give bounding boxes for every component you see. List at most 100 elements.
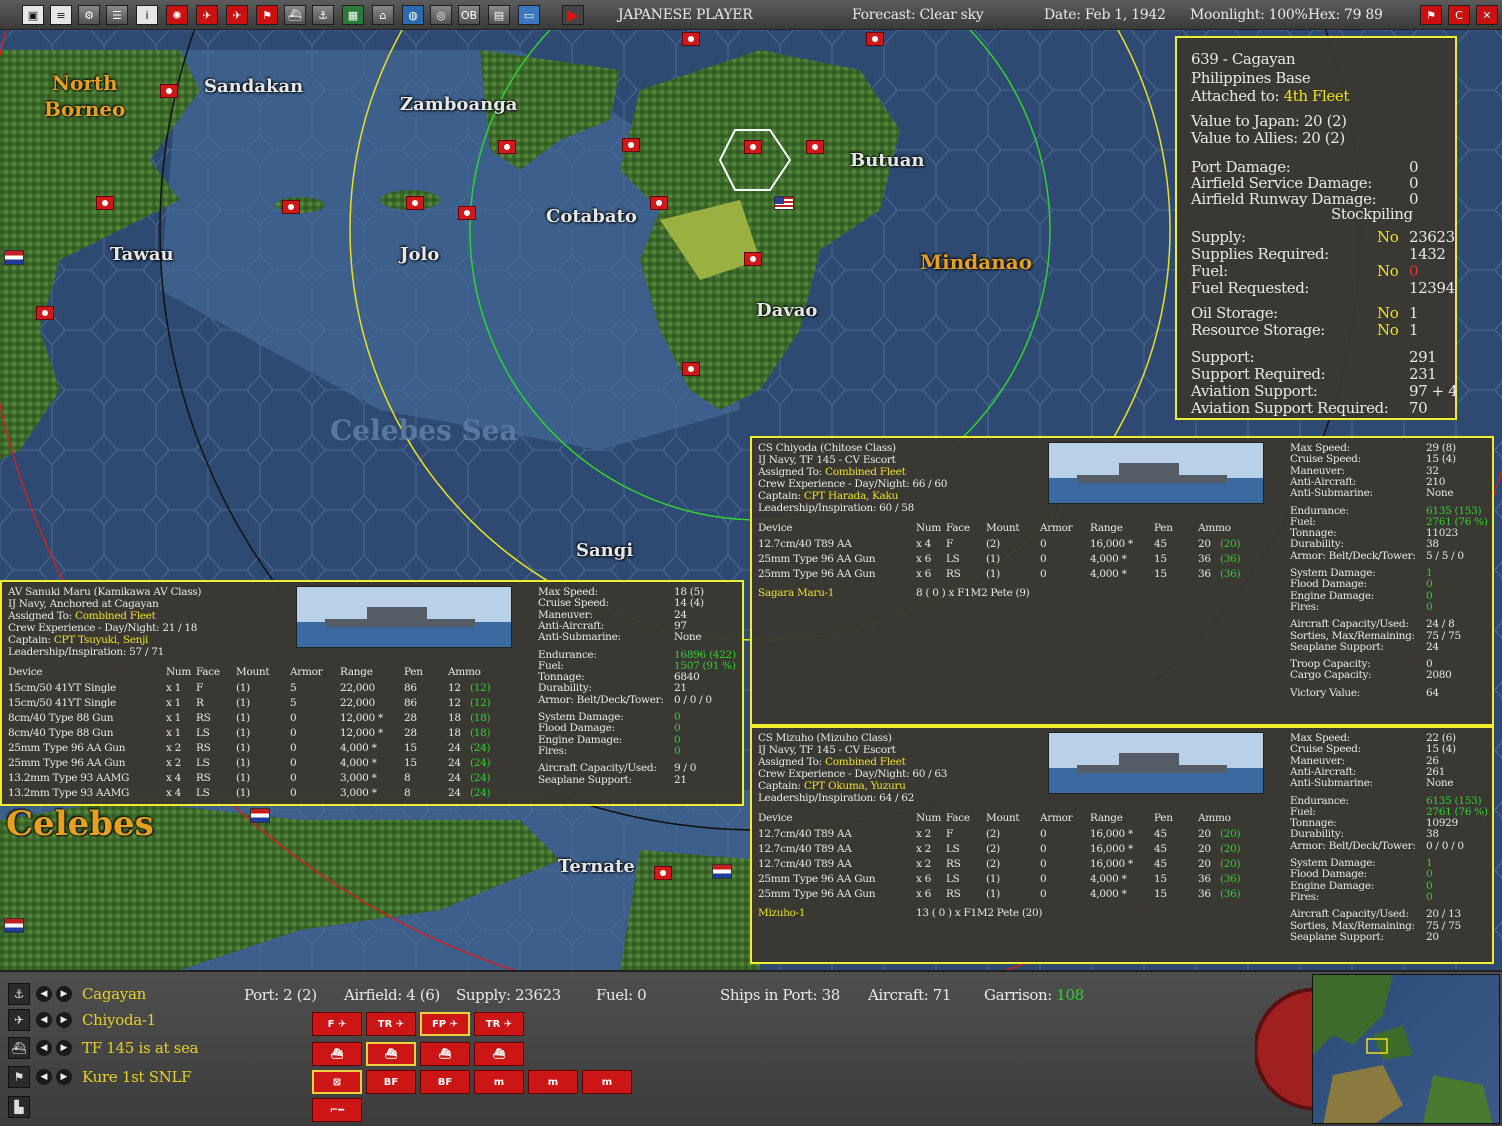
unit-2-button[interactable]: m <box>528 1070 578 1094</box>
screen-icon[interactable]: ▭ <box>518 5 540 25</box>
us-base-icon[interactable] <box>774 196 794 210</box>
air-group-link[interactable]: Sagara Maru-1 <box>758 587 834 599</box>
cargo-ship-button[interactable]: ⛴ <box>366 1042 416 1066</box>
jp-base-icon[interactable] <box>498 140 516 154</box>
assigned-fleet-link[interactable]: Combined Fleet <box>825 756 906 768</box>
captain-link[interactable]: CPT Okuma, Yuzuru <box>804 780 906 792</box>
envelope-icon[interactable]: ⊠ <box>312 1070 362 1094</box>
nl-base-icon[interactable] <box>4 250 24 265</box>
anchor-icon[interactable]: ⚓ <box>8 983 30 1005</box>
ob-button[interactable]: OB <box>458 5 480 25</box>
place-tawau[interactable]: Tawau <box>110 244 174 265</box>
jp-base-icon[interactable] <box>96 196 114 210</box>
info-icon[interactable]: i <box>136 5 158 25</box>
assigned-fleet-link[interactable]: Combined Fleet <box>825 466 906 478</box>
place-jolo[interactable]: Jolo <box>400 244 439 265</box>
flag-icon[interactable]: ⚑ <box>8 1066 30 1088</box>
jp-base-icon[interactable] <box>744 252 762 266</box>
hex-map[interactable]: North Borneo Sandakan Zamboanga Butuan C… <box>0 30 1502 970</box>
jp-base-icon[interactable] <box>682 362 700 376</box>
jp-base-icon[interactable] <box>682 32 700 46</box>
supply-stockpile-toggle[interactable]: No <box>1377 228 1399 246</box>
target-icon[interactable]: ◎ <box>430 5 452 25</box>
resource-stockpile-toggle[interactable]: No <box>1377 321 1399 339</box>
captain-link[interactable]: CPT Harada, Kaku <box>804 490 899 502</box>
transport-2-button[interactable]: TR ✈ <box>474 1012 524 1036</box>
place-cotabato[interactable]: Cotabato <box>546 206 637 227</box>
port-icon[interactable]: ⌂ <box>372 5 394 25</box>
transport-button[interactable]: TR ✈ <box>366 1012 416 1036</box>
place-ternate[interactable]: Ternate <box>558 856 635 877</box>
ship-icon[interactable]: ⛴ <box>8 1037 30 1059</box>
sub-button[interactable]: ⛴ <box>474 1042 524 1066</box>
jp-base-icon[interactable] <box>406 196 424 210</box>
globe-icon[interactable]: ◍ <box>402 5 424 25</box>
unit-3-button[interactable]: m <box>582 1070 632 1094</box>
place-sandakan[interactable]: Sandakan <box>204 76 303 97</box>
save-icon[interactable]: ▣ <box>22 5 44 25</box>
jp-base-icon[interactable] <box>622 138 640 152</box>
jp-base-icon[interactable] <box>654 866 672 880</box>
jp-base-icon[interactable] <box>458 206 476 220</box>
jp-base-icon[interactable] <box>650 196 668 210</box>
nl-base-icon[interactable] <box>250 808 270 823</box>
flag-icon[interactable]: ⚑ <box>256 5 278 25</box>
prev-arrow-icon[interactable]: ◀ <box>36 1012 52 1028</box>
selected-unit-name[interactable]: Kure 1st SNLF <box>82 1068 192 1086</box>
place-davao[interactable]: Davao <box>756 300 817 321</box>
assigned-fleet-link[interactable]: Combined Fleet <box>75 610 156 622</box>
jp-base-icon[interactable] <box>282 200 300 214</box>
factory-icon[interactable]: ▙ <box>8 1096 30 1118</box>
jp-base-icon[interactable] <box>744 140 762 154</box>
warship-button[interactable]: ⛴ <box>312 1042 362 1066</box>
aircraft-alt-icon[interactable]: ✈ <box>226 5 248 25</box>
jp-base-icon[interactable] <box>806 140 824 154</box>
grid-icon[interactable]: ▤ <box>488 5 510 25</box>
place-sangi[interactable]: Sangi <box>576 540 633 561</box>
ship-icon[interactable]: ⛴ <box>284 5 306 25</box>
selected-airgroup-name[interactable]: Chiyoda-1 <box>82 1011 156 1029</box>
c-icon[interactable]: C <box>1448 5 1470 25</box>
rising-sun-icon[interactable]: ✺ <box>166 5 188 25</box>
prev-arrow-icon[interactable]: ◀ <box>36 1040 52 1056</box>
compass-wheel[interactable] <box>1255 974 1315 1124</box>
next-arrow-icon[interactable]: ▶ <box>56 1012 72 1028</box>
airplane-icon[interactable]: ✈ <box>8 1009 30 1031</box>
fuel-stockpile-toggle[interactable]: No <box>1377 262 1399 280</box>
gun-icon[interactable]: ⌐━ <box>312 1098 362 1122</box>
bf-button[interactable]: BF <box>366 1070 416 1094</box>
map-icon[interactable]: ▦ <box>342 5 364 25</box>
flag-red-icon[interactable]: ⚑ <box>1420 5 1442 25</box>
list-icon[interactable]: ☰ <box>106 5 128 25</box>
sub-icon[interactable]: ⚓ <box>312 5 334 25</box>
tanker-button[interactable]: ⛴ <box>420 1042 470 1066</box>
jp-base-icon[interactable] <box>866 32 884 46</box>
jp-base-icon[interactable] <box>36 306 54 320</box>
next-arrow-icon[interactable]: ▶ <box>56 1040 72 1056</box>
prev-arrow-icon[interactable]: ◀ <box>36 1069 52 1085</box>
place-butuan[interactable]: Butuan <box>850 150 924 171</box>
play-turn-icon[interactable]: ▶ <box>562 5 584 25</box>
attached-hq-link[interactable]: 4th Fleet <box>1284 87 1350 105</box>
minimap[interactable] <box>1312 974 1500 1124</box>
place-zamboanga[interactable]: Zamboanga <box>400 94 517 115</box>
unit-button[interactable]: m <box>474 1070 524 1094</box>
nl-base-icon[interactable] <box>712 864 732 879</box>
aircraft-icon[interactable]: ✈ <box>196 5 218 25</box>
selected-tf-name[interactable]: TF 145 is at sea <box>82 1039 199 1057</box>
bf-2-button[interactable]: BF <box>420 1070 470 1094</box>
next-arrow-icon[interactable]: ▶ <box>56 986 72 1002</box>
jp-base-icon[interactable] <box>160 84 178 98</box>
air-group-link[interactable]: Mizuho-1 <box>758 907 806 919</box>
captain-link[interactable]: CPT Tsuyuki, Senji <box>54 634 149 646</box>
next-arrow-icon[interactable]: ▶ <box>56 1069 72 1085</box>
floatplane-button[interactable]: FP ✈ <box>420 1012 470 1036</box>
gear-icon[interactable]: ⚙ <box>78 5 100 25</box>
oil-stockpile-toggle[interactable]: No <box>1377 304 1399 322</box>
prev-arrow-icon[interactable]: ◀ <box>36 986 52 1002</box>
close-icon[interactable]: ✕ <box>1476 5 1498 25</box>
fighter-button[interactable]: F ✈ <box>312 1012 362 1036</box>
nl-base-icon[interactable] <box>4 918 24 933</box>
selected-base-name[interactable]: Cagayan <box>82 985 146 1003</box>
report-icon[interactable]: ≡ <box>50 5 72 25</box>
